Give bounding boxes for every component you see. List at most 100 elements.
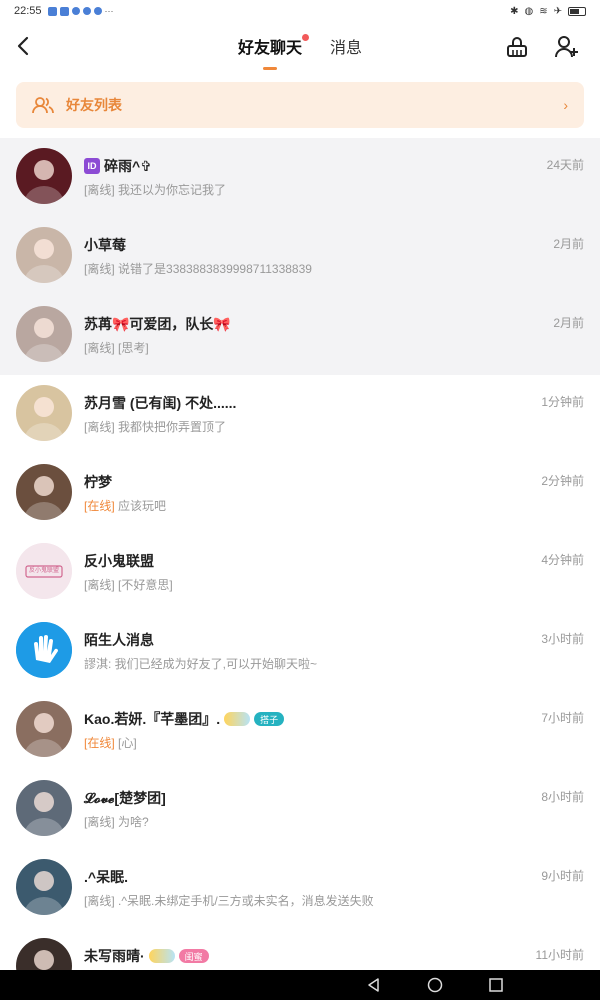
online-status: [在线]: [84, 499, 115, 513]
user-photo: [24, 160, 64, 204]
wifi-icon: ≋: [539, 5, 548, 17]
chat-time: 8小时前: [541, 790, 584, 804]
friend-list-label: 好友列表: [66, 97, 122, 113]
chat-name: 𝓛𝓸𝓿𝓮[楚梦团]: [84, 790, 166, 806]
chat-name-container: 反小鬼联盟: [84, 551, 154, 571]
last-message: 为啥?: [118, 815, 149, 829]
user-photo: [24, 871, 64, 915]
user-photo: [24, 476, 64, 520]
user-photo: [24, 397, 64, 441]
last-message: 我都快把你弄置顶了: [118, 420, 227, 434]
online-status: [离线]: [84, 183, 115, 197]
avatar[interactable]: [16, 701, 72, 757]
chat-time: 11小时前: [535, 948, 584, 962]
chat-time: 7小时前: [541, 711, 584, 725]
chat-row[interactable]: 陌生人消息 3小时前謬淇: 我们已经成为好友了,可以开始聊天啦~: [0, 612, 600, 691]
tab-friend-chat[interactable]: 好友聊天: [237, 34, 309, 70]
chat-time: 3小时前: [541, 632, 584, 646]
more-notifications-icon: ···: [104, 6, 114, 16]
app-notification-icon: [59, 6, 69, 16]
tab-messages[interactable]: 消息: [330, 34, 362, 64]
chat-row[interactable]: 小草莓 2月前 [离线] 说错了是3383883839998711338839: [0, 217, 600, 296]
chat-row[interactable]: 反小鬼联盟 反小鬼联盟 4分钟前 [离线] [不好意思]: [0, 533, 600, 612]
emoji-decoration-icon: [148, 949, 175, 963]
id-badge-icon: ID: [84, 158, 100, 174]
app-notification-icon: [93, 7, 102, 15]
broom-clean-icon[interactable]: [504, 34, 530, 60]
avatar[interactable]: [16, 780, 72, 836]
avatar[interactable]: [16, 385, 72, 441]
chat-name-container: Kao.若妍.『芊墨团』. 搭子: [84, 709, 285, 729]
online-status: [离线]: [84, 262, 115, 276]
chat-name-container: 小草莓: [84, 235, 126, 255]
avatar[interactable]: [16, 148, 72, 204]
chat-row[interactable]: 苏苒🎀可爱团，队长🎀 2月前 [离线] [思考]: [0, 296, 600, 375]
chat-preview: 謬淇: 我们已经成为好友了,可以开始聊天啦~: [84, 655, 317, 672]
chat-row[interactable]: 𝓛𝓸𝓿𝓮[楚梦团] 8小时前 [离线] 为啥?: [0, 770, 600, 849]
avatar[interactable]: [16, 859, 72, 915]
avatar[interactable]: [16, 622, 72, 678]
nav-home-icon[interactable]: [427, 977, 443, 993]
online-status: [离线]: [84, 420, 115, 434]
last-message: .^呆眠.未绑定手机/三方或未实名，消息发送失败: [118, 894, 374, 908]
chat-name-container: 未写雨晴· 闺蜜: [84, 946, 209, 966]
chat-row[interactable]: .^呆眠. 9小时前 [离线] .^呆眠.未绑定手机/三方或未实名，消息发送失败: [0, 849, 600, 928]
chat-name: 碎雨^✞: [104, 158, 152, 174]
chat-row[interactable]: ID 碎雨^✞ 24天前 [离线] 我还以为你忘记我了: [0, 138, 600, 217]
relationship-tag: 闺蜜: [178, 949, 209, 963]
last-message: 应该玩吧: [118, 499, 167, 513]
mute-icon: ◍: [524, 5, 534, 17]
league-logo-text: 反小鬼联盟: [28, 568, 59, 574]
chat-list: ID 碎雨^✞ 24天前 [离线] 我还以为你忘记我了 小草莓 2月前 [离线] 说错了是3…: [0, 138, 600, 1000]
avatar[interactable]: [16, 464, 72, 520]
active-tab-indicator: [262, 67, 277, 70]
chat-time: 1分钟前: [541, 395, 584, 409]
chat-row[interactable]: 柠梦 2分钟前 [在线] 应该玩吧: [0, 454, 600, 533]
status-time: 22:55: [14, 5, 42, 17]
chat-name: 苏苒🎀可爱团，队长🎀: [84, 316, 231, 332]
friend-list-banner[interactable]: 好友列表 ›: [16, 82, 584, 128]
chat-time: 24天前: [546, 158, 584, 172]
chat-name: 未写雨晴·: [84, 948, 145, 964]
nav-back-icon[interactable]: [366, 977, 382, 993]
chat-name: 柠梦: [84, 474, 112, 490]
chat-name: 反小鬼联盟: [84, 553, 154, 569]
unread-dot: [302, 34, 309, 41]
chat-preview: [离线] 说错了是3383883839998711338839: [84, 260, 312, 277]
chat-name-container: 𝓛𝓸𝓿𝓮[楚梦团]: [84, 788, 166, 808]
chat-preview: [离线] [不好意思]: [84, 576, 173, 593]
chat-time: 2月前: [553, 237, 584, 251]
chat-preview: [离线] 为啥?: [84, 813, 149, 830]
header: 好友聊天 消息: [0, 22, 600, 76]
tab-label: 消息: [330, 40, 363, 57]
user-photo: [24, 239, 64, 283]
chat-row[interactable]: 苏月雪 (已有闺) 不处...... 1分钟前 [离线] 我都快把你弄置顶了: [0, 375, 600, 454]
online-status: [离线]: [84, 578, 115, 592]
last-message: 说错了是3383883839998711338839: [118, 262, 312, 276]
avatar[interactable]: 反小鬼联盟: [16, 543, 72, 599]
chat-preview: [离线] .^呆眠.未绑定手机/三方或未实名，消息发送失败: [84, 892, 374, 909]
chat-name: 小草莓: [84, 237, 126, 253]
chat-name-container: 苏月雪 (已有闺) 不处......: [84, 393, 236, 413]
chat-time: 4分钟前: [541, 553, 584, 567]
avatar[interactable]: [16, 227, 72, 283]
relationship-tag: 搭子: [254, 712, 285, 726]
friends-icon: [32, 97, 54, 114]
last-message: [心]: [118, 736, 137, 750]
notification-icons: ···: [47, 6, 114, 16]
chat-name: .^呆眠.: [84, 869, 128, 885]
last-message: [不好意思]: [118, 578, 173, 592]
chat-preview: [在线] [心]: [84, 734, 137, 751]
chat-name-container: 陌生人消息: [84, 630, 154, 650]
tab-label: 好友聊天: [237, 40, 302, 57]
nav-recents-icon[interactable]: [488, 977, 504, 993]
add-friend-icon[interactable]: [554, 34, 580, 60]
chat-row[interactable]: Kao.若妍.『芊墨团』. 搭子 7小时前 [在线] [心]: [0, 691, 600, 770]
chat-name-container: .^呆眠.: [84, 867, 128, 887]
system-icons: ✱ ◍ ≋ ✈: [510, 6, 586, 17]
chat-preview: [离线] 我都快把你弄置顶了: [84, 418, 226, 435]
user-photo: [24, 713, 64, 757]
chat-name-container: ID 碎雨^✞: [84, 156, 152, 176]
stranger-hand-icon: [16, 622, 72, 678]
avatar[interactable]: [16, 306, 72, 362]
